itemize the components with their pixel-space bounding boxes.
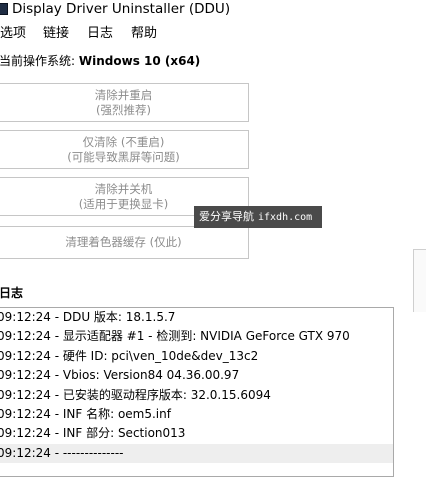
clear-shader-cache-label: 清理着色器缓存 (仅此) (65, 235, 182, 249)
clean-and-shutdown-note: (适用于更换显卡) (78, 196, 169, 211)
log-heading: 日志 (0, 286, 24, 300)
log-line[interactable]: 09:12:24 - 硬件 ID: pci\ven_10de&dev_13c2 (0, 347, 393, 366)
title-bar: Display Driver Uninstaller (DDU) (0, 0, 426, 20)
log-line-separator[interactable]: 09:12:24 - -------------- (0, 443, 393, 464)
os-value: Windows 10 (x64) (78, 54, 201, 68)
os-label: 当前操作系统: (0, 54, 76, 68)
log-line[interactable]: 09:12:24 - 已安装的驱动程序版本: 32.0.15.6094 (0, 386, 393, 405)
clean-and-shutdown-label: 清除并关机 (94, 181, 153, 196)
log-line[interactable]: 09:12:24 - INF 名称: oem5.inf (0, 405, 393, 424)
window-title: Display Driver Uninstaller (DDU) (12, 1, 231, 17)
watermark-text: 爱分享导航 (199, 210, 254, 223)
current-os: 当前操作系统: Windows 10 (x64) (0, 52, 200, 69)
side-panel-edge (413, 249, 426, 312)
log-line[interactable]: 09:12:24 - Vbios: Version84 04.36.00.97 (0, 366, 393, 385)
app-icon (0, 3, 8, 15)
menu-links[interactable]: 链接 (42, 25, 70, 43)
clean-no-restart-label: 仅清除 (不重启) (82, 134, 165, 149)
clean-no-restart-button[interactable]: 仅清除 (不重启) (可能导致黑屏等问题) (0, 130, 249, 169)
clear-shader-cache-button[interactable]: 清理着色器缓存 (仅此) (0, 226, 249, 259)
log-line[interactable]: 09:12:24 - 显示适配器 #1 - 检测到: NVIDIA GeForc… (0, 327, 393, 346)
log-line[interactable]: 09:12:24 - INF 部分: Section013 (0, 424, 393, 443)
clean-and-restart-button[interactable]: 清除并重启 (强烈推荐) (0, 83, 249, 122)
watermark: 爱分享导航 ifxdh.com (194, 206, 322, 228)
menu-help[interactable]: 帮助 (130, 25, 158, 43)
clean-and-restart-note: (强烈推荐) (96, 102, 151, 117)
menu-options[interactable]: 选项 (0, 25, 27, 43)
log-line[interactable]: 09:12:24 - DDU 版本: 18.1.5.7 (0, 308, 393, 327)
menu-log[interactable]: 日志 (86, 25, 114, 43)
clean-no-restart-note: (可能导致黑屏等问题) (67, 149, 180, 164)
menu-bar: 选项 链接 日志 帮助 (0, 25, 426, 45)
log-listbox[interactable]: 09:12:24 - DDU 版本: 18.1.5.7 09:12:24 - 显… (0, 307, 394, 477)
watermark-domain: ifxdh.com (258, 212, 313, 223)
clean-and-restart-label: 清除并重启 (94, 87, 153, 102)
